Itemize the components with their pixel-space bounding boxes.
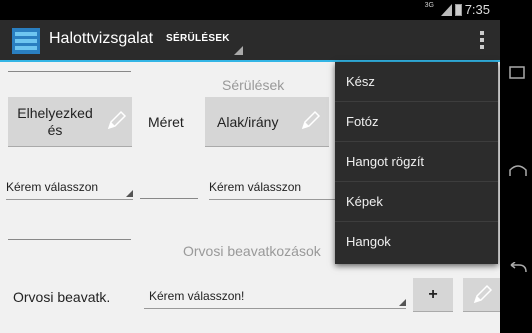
divider	[8, 239, 131, 240]
edit-intervention-button[interactable]	[463, 278, 500, 312]
app-screen: 3G 7:35 Halottvizsgalat SÉRÜLÉSEK Sérülé…	[0, 0, 500, 333]
spinner-caret-icon	[399, 299, 406, 306]
navigation-bar	[500, 0, 532, 333]
shape-spinner-value: Kérem válasszon	[209, 180, 302, 194]
location-spinner-value: Kérem válasszon	[6, 180, 99, 194]
back-icon[interactable]	[508, 262, 528, 276]
battery-icon	[454, 3, 462, 16]
medical-spinner-value: Kérem válasszon!	[149, 289, 245, 303]
overflow-menu-icon[interactable]	[474, 29, 490, 53]
add-button-label: +	[428, 286, 438, 303]
location-spinner[interactable]: Kérem válasszon	[6, 178, 133, 200]
location-button-label: Elhelyezked és	[17, 105, 93, 138]
shape-button[interactable]: Alak/irány	[205, 97, 329, 147]
size-label: Méret	[148, 114, 184, 130]
injuries-section-title: Sérülések	[222, 77, 285, 93]
action-bar: Halottvizsgalat SÉRÜLÉSEK	[0, 20, 500, 62]
pencil-icon	[301, 110, 321, 130]
menu-item-images[interactable]: Képek	[335, 182, 498, 222]
menu-item-record-audio[interactable]: Hangot rögzít	[335, 142, 498, 182]
shape-spinner[interactable]: Kérem válasszon	[209, 178, 335, 200]
spinner-caret-icon	[234, 46, 243, 55]
pencil-icon	[107, 110, 127, 130]
app-title: Halottvizsgalat	[49, 30, 154, 47]
section-spinner-label: SÉRÜLÉSEK	[166, 33, 230, 44]
medical-spinner[interactable]: Kérem válasszon!	[144, 285, 406, 309]
section-spinner[interactable]: SÉRÜLÉSEK	[162, 20, 252, 62]
menu-item-done[interactable]: Kész	[335, 62, 498, 102]
size-field-underline[interactable]	[140, 198, 198, 199]
menu-item-photo[interactable]: Fotóz	[335, 102, 498, 142]
recent-apps-icon[interactable]	[508, 65, 526, 81]
overflow-popup-menu: Kész Fotóz Hangot rögzít Képek Hangok	[335, 62, 498, 264]
divider	[8, 71, 131, 72]
home-icon[interactable]	[508, 162, 528, 178]
medical-row-label: Orvosi beavatk.	[13, 289, 111, 305]
signal-label: 3G	[424, 2, 434, 9]
app-list-icon[interactable]	[12, 28, 40, 54]
shape-button-label: Alak/irány	[217, 114, 279, 130]
menu-item-sounds[interactable]: Hangok	[335, 222, 498, 262]
status-bar: 3G 7:35	[0, 0, 500, 20]
location-button[interactable]: Elhelyezked és	[8, 97, 132, 147]
medical-section-title: Orvosi beavatkozások	[183, 243, 321, 259]
signal-icon	[440, 3, 452, 16]
add-intervention-button[interactable]: +	[413, 278, 453, 312]
pencil-icon	[473, 284, 493, 304]
clock: 7:35	[464, 2, 490, 17]
spinner-caret-icon	[126, 190, 133, 197]
